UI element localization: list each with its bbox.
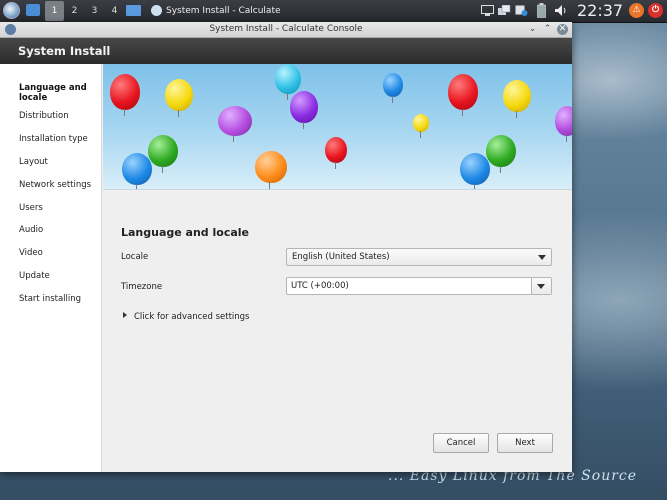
- workspace-1[interactable]: 1: [45, 1, 64, 21]
- clipboard-icon[interactable]: [515, 5, 528, 16]
- balloon-violet: [218, 106, 252, 142]
- balloons-banner-image: [103, 64, 572, 190]
- minimize-icon[interactable]: ⌄: [526, 23, 539, 36]
- update-notifier-icon[interactable]: ⚠: [629, 3, 644, 18]
- main-content: Language and locale Locale English (Unit…: [103, 64, 572, 472]
- balloon-red-small: [325, 137, 347, 169]
- workspace-2[interactable]: 2: [65, 1, 84, 21]
- workspace-3[interactable]: 3: [85, 1, 104, 21]
- balloon-violet-edge: [555, 106, 572, 142]
- locale-select[interactable]: English (United States): [286, 248, 552, 266]
- show-desktop-icon[interactable]: [126, 5, 141, 16]
- file-manager-icon[interactable]: [26, 4, 40, 16]
- expand-triangle-icon: [123, 312, 127, 318]
- balloon-red-right: [448, 74, 478, 116]
- timezone-label: Timezone: [121, 282, 163, 292]
- balloon-green: [148, 135, 178, 173]
- window-app-icon: [151, 5, 162, 16]
- sidebar-item-language-and-locale[interactable]: Language and locale: [19, 83, 89, 103]
- locale-label: Locale: [121, 252, 149, 262]
- power-icon[interactable]: ⏻: [648, 3, 663, 18]
- sidebar-item-installation-type[interactable]: Installation type: [19, 134, 99, 144]
- volume-icon[interactable]: [555, 5, 568, 16]
- sidebar-item-distribution[interactable]: Distribution: [19, 111, 99, 121]
- locale-value: English (United States): [292, 252, 390, 262]
- timezone-dropdown-button[interactable]: [531, 278, 551, 294]
- advanced-settings-label: Click for advanced settings: [134, 312, 250, 322]
- window-titlebar[interactable]: System Install - Calculate Console ⌄ ⌃ ✕: [0, 22, 572, 38]
- window-title: System Install - Calculate Console: [209, 24, 363, 34]
- clock[interactable]: 22:37: [577, 0, 623, 22]
- battery-icon[interactable]: [537, 3, 546, 18]
- steps-sidebar: Language and locale Distribution Install…: [0, 64, 102, 472]
- chevron-down-icon: [538, 255, 546, 260]
- sidebar-item-users[interactable]: Users: [19, 203, 99, 213]
- balloon-green-right: [486, 135, 516, 173]
- balloon-red: [110, 74, 140, 116]
- close-icon[interactable]: ✕: [557, 24, 568, 35]
- chevron-down-icon: [537, 284, 545, 289]
- balloon-purple: [290, 91, 318, 129]
- sidebar-item-audio[interactable]: Audio: [19, 225, 99, 235]
- section-title: Language and locale: [121, 226, 250, 239]
- network-icon[interactable]: [498, 5, 511, 16]
- balloon-orange: [255, 151, 287, 189]
- cancel-button[interactable]: Cancel: [433, 433, 489, 453]
- installer-header: System Install: [0, 38, 572, 64]
- sidebar-item-update[interactable]: Update: [19, 271, 99, 281]
- top-panel: 1 2 3 4 System Install - Calculate Conso…: [0, 0, 667, 36]
- advanced-settings-toggle[interactable]: Click for advanced settings: [123, 312, 249, 322]
- app-menu-icon[interactable]: [3, 2, 20, 19]
- balloon-blue: [122, 153, 152, 189]
- workspace-4[interactable]: 4: [105, 1, 124, 21]
- balloon-blue-right: [460, 153, 490, 189]
- balloon-cyan: [275, 64, 301, 100]
- installer-window: System Install - Calculate Console ⌄ ⌃ ✕…: [0, 22, 572, 472]
- taskbar-window-button[interactable]: System Install - Calculate Console: [148, 1, 318, 36]
- balloon-yellow-small: [413, 114, 429, 138]
- sidebar-item-video[interactable]: Video: [19, 248, 99, 258]
- timezone-combobox[interactable]: [286, 277, 552, 295]
- balloon-yellow: [165, 79, 193, 117]
- balloon-blue-small: [383, 73, 403, 103]
- maximize-icon[interactable]: ⌃: [541, 23, 554, 36]
- installer-title: System Install: [18, 44, 111, 58]
- sidebar-item-start-installing[interactable]: Start installing: [19, 294, 99, 304]
- sidebar-item-network-settings[interactable]: Network settings: [19, 180, 99, 190]
- display-icon[interactable]: [481, 5, 494, 16]
- sidebar-item-layout[interactable]: Layout: [19, 157, 99, 167]
- next-button[interactable]: Next: [497, 433, 553, 453]
- timezone-input[interactable]: [287, 278, 531, 294]
- balloon-yellow-right: [503, 80, 531, 118]
